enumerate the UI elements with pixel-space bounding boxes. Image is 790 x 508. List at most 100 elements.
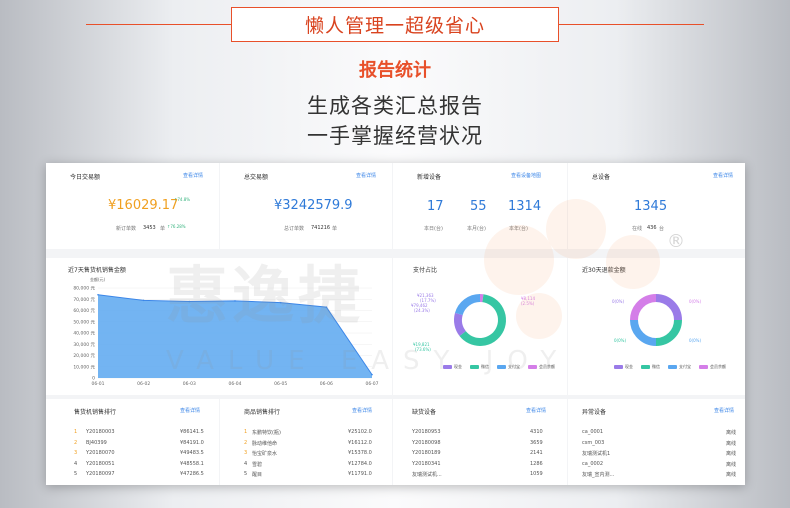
view-details-link[interactable]: 查看详情 (352, 407, 372, 414)
sales-area-series (98, 294, 372, 378)
view-details-link[interactable]: 查看详情 (356, 172, 376, 179)
view-details-link[interactable]: 查看详情 (714, 407, 734, 414)
row-name: Y20180070 (86, 450, 115, 456)
data-point (97, 293, 99, 296)
data-point (325, 306, 328, 308)
legend-label: 微信 (652, 364, 660, 369)
payment-ratio-card: 支付占比 ¥21,363 (17.7%) ¥79,462 (24.3%) ¥19… (393, 258, 567, 395)
x-tick-label: 06-05 (274, 381, 287, 387)
legend-swatch (470, 365, 479, 369)
donut-slice (655, 294, 682, 321)
rank-number: 2 (74, 439, 78, 446)
row-name: Y20180341 (412, 460, 441, 467)
legend-label: 微信 (481, 364, 489, 369)
row-value: ¥49483.5 (180, 450, 204, 456)
row-value: ¥16112.0 (348, 439, 372, 446)
new-devices-card: 新增设备 查看设备地图 17 55 1314 本日(台) 本月(台) 本年(台) (393, 163, 567, 249)
y-tick-label: 30,000 元 (73, 342, 95, 348)
legend-label: 现金 (625, 364, 633, 369)
view-details-link[interactable]: 查看详情 (180, 407, 200, 414)
online-unit: 台 (659, 226, 665, 232)
today-revenue-card: 今日交易额 查看详情 ¥16029.17 ↑74.8% 新订单数 3453 单 … (46, 163, 219, 249)
online-label: 在线 (632, 226, 643, 232)
y-tick-label: 10,000 元 (73, 364, 95, 370)
row-value: 3659 (530, 439, 543, 446)
data-point (234, 300, 236, 302)
y-tick-label: 0 (92, 376, 95, 382)
x-tick-label: 06-01 (91, 381, 104, 387)
year-label: 本年(台) (509, 226, 528, 232)
all-devices-card: 总设备 查看详情 1345 在线 436 台 (568, 163, 745, 249)
total-revenue-card: 总交易额 查看详情 ¥3242579.9 总订单数 741216 单 (220, 163, 392, 249)
legend-item: 会员余额 (699, 364, 726, 370)
device-sales-rank-card: 售货机销售排行 查看详情 1 Y20180003 ¥86141.5 2 BJ40399 ¥… (46, 399, 219, 485)
row-name: 友瑞_宣内测... (582, 472, 615, 478)
card-title: 总设备 (592, 174, 611, 181)
row-value: ¥86141.5 (180, 429, 204, 435)
slogan-line-2: 一手掌握经营状况 (307, 124, 483, 148)
new-order-label: 新订单数 (116, 226, 137, 232)
row-value: ¥11791.0 (348, 471, 372, 477)
today-revenue-value: ¥16029.17 (108, 198, 179, 213)
donut-slice (454, 312, 466, 337)
refund-donut-chart (630, 294, 682, 346)
banner-rule-left (86, 24, 231, 25)
row-value: ¥25102.0 (348, 429, 372, 435)
row-name: Y20180003 (86, 429, 115, 435)
rank-number: 4 (74, 460, 78, 467)
slogan-line-1: 生成各类汇总报告 (307, 94, 483, 118)
x-tick-label: 06-07 (365, 381, 378, 387)
view-details-link[interactable]: 查看详情 (713, 172, 733, 179)
sales-area-chart: 80,000 元 70,000 元 60,000 元 50,000 元 40,000 元… (73, 286, 378, 388)
row-value: 4310 (530, 429, 543, 435)
legend-label: 会员余额 (539, 364, 555, 369)
total-order-count: 741216 (311, 225, 331, 231)
row-value: 离线 (726, 440, 737, 447)
y-tick-label: 70,000 元 (73, 297, 95, 303)
row-value: 离线 (726, 451, 737, 457)
view-device-map-link[interactable]: 查看设备地图 (511, 172, 541, 179)
card-title: 商品销售排行 (244, 409, 281, 416)
legend-swatch (699, 365, 708, 369)
payment-donut-chart (454, 294, 506, 346)
legend-label: 支付宝 (679, 364, 691, 369)
row-value: 2141 (530, 450, 543, 456)
rank-number: 1 (74, 429, 78, 435)
legend-item: 现金 (443, 364, 462, 370)
legend-swatch (614, 365, 623, 369)
data-point (188, 300, 191, 303)
row-name: Y20180953 (412, 429, 441, 435)
all-devices-value: 1345 (634, 199, 668, 214)
row-name: 友瑞测试机1 (582, 451, 611, 457)
row-value: 1286 (530, 460, 543, 467)
rank-number: 5 (244, 471, 248, 477)
row-name: 脉动维他命 (252, 440, 278, 447)
row-name: Y20180097 (86, 471, 115, 477)
y-tick-label: 80,000 元 (73, 286, 95, 292)
rank-number: 4 (244, 460, 248, 467)
section-title: 报告统计 (359, 60, 431, 81)
donut-slice (655, 319, 682, 346)
legend-item: 微信 (470, 364, 489, 370)
y-tick-label: 50,000 元 (73, 319, 95, 325)
legend-item: 支付宝 (668, 364, 691, 370)
row-value: ¥12784.0 (348, 460, 372, 467)
card-title: 缺货设备 (412, 409, 437, 416)
refund-legend: 现金 微信 支付宝 会员余额 (614, 364, 726, 370)
total-revenue-value: ¥3242579.9 (274, 198, 353, 213)
view-details-link[interactable]: 查看详情 (526, 407, 546, 414)
row-name: 东鹏特饮(瓶) (252, 430, 281, 436)
today-growth: ↑74.8% (174, 197, 191, 202)
x-tick-label: 06-06 (320, 381, 333, 387)
donut-slice (630, 294, 657, 321)
new-devices-year: 1314 (508, 199, 542, 214)
row-name: 友瑞测试机... (412, 472, 442, 478)
y-tick-label: 20,000 元 (73, 353, 95, 359)
row-name: ca_0002 (582, 460, 604, 467)
new-devices-day: 17 (427, 199, 444, 214)
dashboard-preview: 今日交易额 查看详情 ¥16029.17 ↑74.8% 新订单数 3453 单 … (46, 163, 745, 485)
legend-swatch (641, 365, 650, 369)
view-details-link[interactable]: 查看详情 (183, 172, 203, 179)
x-tick-label: 06-04 (228, 381, 241, 387)
online-count: 436 (647, 225, 657, 231)
